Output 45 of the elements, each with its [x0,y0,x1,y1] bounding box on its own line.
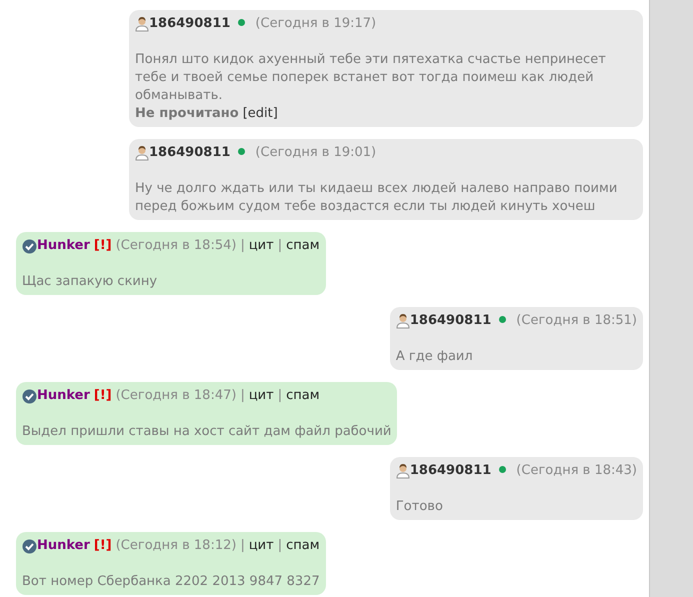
report-link[interactable]: [!] [94,237,112,255]
separator: | [240,387,245,405]
author-name[interactable]: Hunker [37,237,90,255]
message-time: (Сегодня в 18:43) [516,462,637,480]
message-text: Ну че долго ждать или ты кидаеш всех людей налево направо поими перед божьим судом тебе воздастся если ты людей кинуть хочеш [135,180,618,216]
verified-check-icon [22,538,37,554]
person-icon [396,313,410,329]
spam-link[interactable]: спам [286,237,320,255]
quote-link[interactable]: цит [248,537,274,555]
author-name[interactable]: 186490811 [410,312,492,330]
message-text: Понял што кидок ахуенный тебе эти пятехатка счастье непринесет тебе и твоей семье поперек встанет вот тогда поимеш как людей обманывать. [135,51,607,105]
message-time: (Сегодня в 18:47) [116,387,236,405]
quote-link[interactable]: цит [248,237,274,255]
message-time: (Сегодня в 19:01) [255,144,376,162]
message-text: Щас запакую скину [22,273,158,291]
separator: | [278,537,282,555]
message-text: Готово [396,498,444,516]
author-name[interactable]: Hunker [37,537,90,555]
read-status: Не прочитано [135,105,239,123]
report-link[interactable]: [!] [94,537,112,555]
person-icon [135,145,149,161]
author-name[interactable]: 186490811 [149,144,230,162]
report-link[interactable]: [!] [94,387,112,405]
message-time: (Сегодня в 18:54) [116,237,236,255]
message-text: А где фаил [396,348,474,366]
message-time: (Сегодня в 18:51) [516,312,637,330]
spam-link[interactable]: спам [286,387,320,405]
separator: | [278,387,282,405]
message-time: (Сегодня в 18:12) [116,537,236,555]
edit-link[interactable]: [edit] [242,105,278,123]
person-icon [135,16,149,32]
separator: | [240,237,245,255]
quote-link[interactable]: цит [248,387,274,405]
verified-check-icon [22,238,37,254]
separator: | [278,237,282,255]
author-name[interactable]: Hunker [37,387,90,405]
message-time: (Сегодня в 19:17) [255,15,376,33]
message-text: Выдел пришли ставы на хост сайт дам файл рабочий [22,423,392,441]
message-text: Вот номер Сбербанка 2202 2013 9847 8327 [22,573,320,591]
person-icon [396,463,410,479]
author-name[interactable]: 186490811 [149,15,230,33]
separator: | [240,537,245,555]
verified-check-icon [22,388,37,404]
author-name[interactable]: 186490811 [410,462,492,480]
spam-link[interactable]: спам [286,537,320,555]
